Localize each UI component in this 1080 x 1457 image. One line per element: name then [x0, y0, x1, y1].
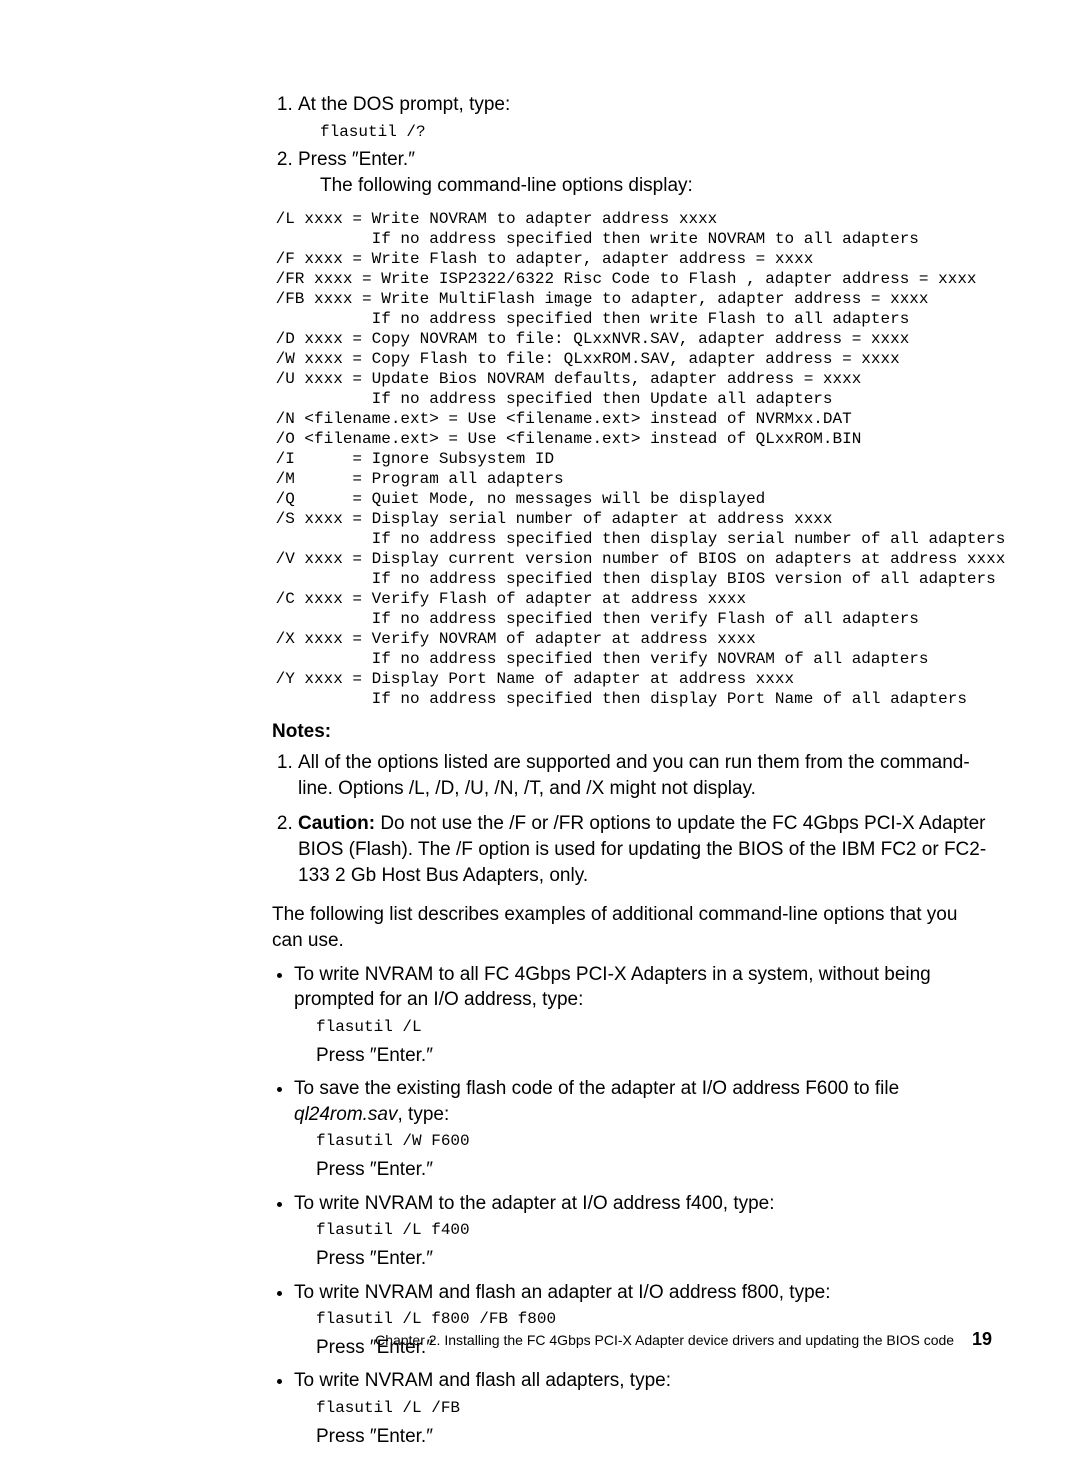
examples-list: To write NVRAM to all FC 4Gbps PCI-X Ada… — [272, 962, 992, 1450]
example-5-cmd: flasutil /L /FB — [316, 1398, 992, 1420]
example-3-text: To write NVRAM to the adapter at I/O add… — [294, 1193, 775, 1214]
step-1: At the DOS prompt, type: flasutil /? — [298, 92, 992, 143]
step-1-cmd: flasutil /? — [320, 122, 992, 144]
example-5-after: Press ″Enter.″ — [316, 1424, 992, 1450]
example-2-cmd: flasutil /W F600 — [316, 1131, 992, 1153]
document-body: At the DOS prompt, type: flasutil /? Pre… — [272, 92, 992, 1457]
notes-list: All of the options listed are supported … — [272, 750, 992, 888]
example-1-cmd: flasutil /L — [316, 1017, 992, 1039]
step-1-text: At the DOS prompt, type: — [298, 94, 510, 115]
example-3-cmd: flasutil /L f400 — [316, 1220, 992, 1242]
footer-page-number: 19 — [972, 1329, 992, 1349]
command-options-block: /L xxxx = Write NOVRAM to adapter addres… — [266, 209, 992, 709]
example-1-text: To write NVRAM to all FC 4Gbps PCI-X Ada… — [294, 964, 931, 1011]
example-2-filename: ql24rom.sav — [294, 1104, 398, 1125]
example-3: To write NVRAM to the adapter at I/O add… — [294, 1191, 992, 1272]
example-4-text: To write NVRAM and flash an adapter at I… — [294, 1282, 831, 1303]
caution-label: Caution: — [298, 813, 375, 834]
steps-list: At the DOS prompt, type: flasutil /? Pre… — [272, 92, 992, 199]
example-2-after: Press ″Enter.″ — [316, 1157, 992, 1183]
note-1: All of the options listed are supported … — [298, 750, 992, 801]
page-footer: Chapter 2. Installing the FC 4Gbps PCI-X… — [375, 1327, 992, 1351]
example-3-after: Press ″Enter.″ — [316, 1246, 992, 1272]
example-2-text-a: To save the existing flash code of the a… — [294, 1078, 899, 1099]
step-2: Press ″Enter.″ The following command-lin… — [298, 147, 992, 198]
footer-chapter: Chapter 2. Installing the FC 4Gbps PCI-X… — [375, 1332, 954, 1348]
example-2: To save the existing flash code of the a… — [294, 1076, 992, 1183]
notes-heading: Notes: — [272, 719, 992, 745]
note-2-text: Do not use the /F or /FR options to upda… — [298, 813, 986, 885]
example-1: To write NVRAM to all FC 4Gbps PCI-X Ada… — [294, 962, 992, 1069]
note-2: Caution: Do not use the /F or /FR option… — [298, 811, 992, 888]
example-2-text-b: , type: — [398, 1104, 450, 1125]
example-5: To write NVRAM and flash all adapters, t… — [294, 1368, 992, 1449]
intro-paragraph: The following list describes examples of… — [272, 902, 992, 953]
step-2-sub: The following command-line options displ… — [320, 173, 992, 199]
example-5-text: To write NVRAM and flash all adapters, t… — [294, 1370, 671, 1391]
example-1-after: Press ″Enter.″ — [316, 1043, 992, 1069]
step-2-text: Press ″Enter.″ — [298, 149, 415, 170]
